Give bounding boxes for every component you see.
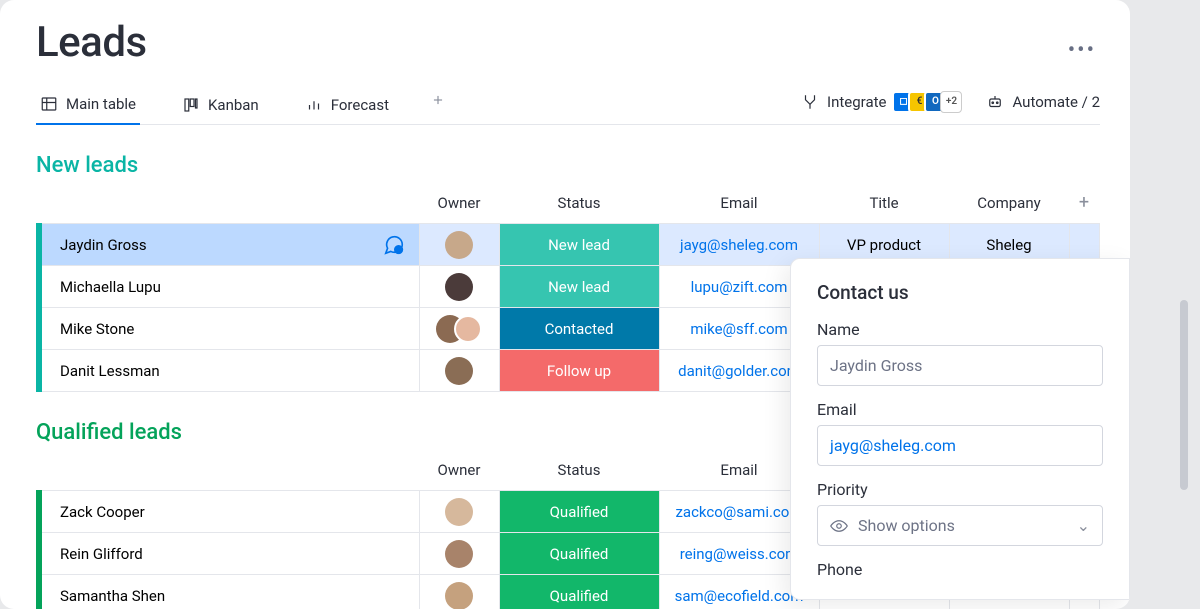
col-company[interactable]: Company bbox=[949, 184, 1069, 224]
tab-kanban[interactable]: Kanban bbox=[178, 90, 263, 124]
owner-cell[interactable] bbox=[419, 575, 499, 609]
robot-icon bbox=[986, 93, 1004, 111]
name-cell[interactable]: Michaella Lupu bbox=[39, 266, 419, 308]
views-tabs: Main table Kanban Forecast Integrate ◻ €… bbox=[36, 89, 1100, 125]
owner-cell[interactable] bbox=[419, 491, 499, 533]
status-badge: New lead bbox=[500, 266, 659, 307]
status-cell[interactable]: New lead bbox=[499, 266, 659, 308]
add-view-button[interactable] bbox=[431, 92, 445, 121]
integrate-apps: ◻ € O +2 bbox=[898, 91, 962, 113]
status-cell[interactable]: New lead bbox=[499, 224, 659, 266]
avatar bbox=[445, 582, 473, 609]
status-cell[interactable]: Qualified bbox=[499, 533, 659, 575]
priority-select[interactable]: Show options ⌄ bbox=[817, 505, 1103, 546]
tab-forecast[interactable]: Forecast bbox=[301, 90, 393, 124]
name-cell[interactable]: Mike Stone bbox=[39, 308, 419, 350]
page-title: Leads bbox=[36, 18, 1100, 67]
avatar bbox=[445, 357, 473, 385]
integrate-icon bbox=[801, 93, 819, 111]
eye-icon bbox=[830, 517, 848, 535]
name-cell[interactable]: Danit Lessman bbox=[39, 350, 419, 392]
chat-bubble-icon[interactable] bbox=[383, 234, 405, 256]
scrollbar[interactable] bbox=[1180, 300, 1188, 490]
status-badge: Qualified bbox=[500, 575, 659, 609]
col-title[interactable]: Title bbox=[819, 184, 949, 224]
status-badge: New lead bbox=[500, 224, 659, 265]
name-cell[interactable]: Rein Glifford bbox=[39, 533, 419, 575]
group-title-new-leads[interactable]: New leads bbox=[36, 153, 1100, 178]
status-cell[interactable]: Qualified bbox=[499, 491, 659, 533]
col-owner[interactable]: Owner bbox=[419, 184, 499, 224]
integrate-label: Integrate bbox=[827, 93, 886, 111]
field-label-name: Name bbox=[817, 320, 1103, 339]
priority-placeholder: Show options bbox=[858, 516, 955, 535]
table-icon bbox=[40, 95, 58, 113]
status-cell[interactable]: Follow up bbox=[499, 350, 659, 392]
email-link[interactable]: mike@sff.com bbox=[690, 320, 787, 338]
status-badge: Qualified bbox=[500, 533, 659, 574]
col-owner[interactable]: Owner bbox=[419, 451, 499, 491]
status-cell[interactable]: Contacted bbox=[499, 308, 659, 350]
email-link[interactable]: lupu@zift.com bbox=[691, 278, 788, 296]
more-menu-button[interactable]: ••• bbox=[1068, 38, 1096, 63]
email-link[interactable]: sam@ecofield.com bbox=[675, 587, 804, 605]
email-field[interactable]: jayg@sheleg.com bbox=[817, 425, 1103, 466]
col-status[interactable]: Status bbox=[499, 184, 659, 224]
avatar bbox=[445, 498, 473, 526]
field-label-email: Email bbox=[817, 400, 1103, 419]
add-column-button[interactable]: + bbox=[1069, 184, 1099, 224]
status-badge: Follow up bbox=[500, 350, 659, 391]
panel-heading: Contact us bbox=[817, 281, 1103, 304]
app-hex-more: +2 bbox=[940, 91, 962, 113]
avatar bbox=[445, 273, 473, 301]
status-badge: Contacted bbox=[500, 308, 659, 349]
automate-button[interactable]: Automate / 2 bbox=[986, 93, 1100, 111]
name-cell[interactable]: Jaydin Gross bbox=[39, 224, 419, 266]
tab-main-table[interactable]: Main table bbox=[36, 89, 140, 125]
integrate-button[interactable]: Integrate ◻ € O +2 bbox=[801, 91, 962, 113]
status-cell[interactable]: Qualified bbox=[499, 575, 659, 609]
name-cell[interactable]: Samantha Shen bbox=[39, 575, 419, 609]
col-email[interactable]: Email bbox=[659, 184, 819, 224]
automate-label: Automate / 2 bbox=[1012, 93, 1100, 111]
email-link[interactable]: danit@golder.com bbox=[678, 362, 800, 380]
name-cell[interactable]: Zack Cooper bbox=[39, 491, 419, 533]
owner-cell[interactable] bbox=[419, 350, 499, 392]
avatar bbox=[445, 231, 473, 259]
col-status[interactable]: Status bbox=[499, 451, 659, 491]
chart-icon bbox=[305, 96, 323, 114]
chevron-down-icon: ⌄ bbox=[1077, 516, 1090, 535]
kanban-icon bbox=[182, 96, 200, 114]
owner-cell[interactable] bbox=[419, 308, 499, 350]
field-label-priority: Priority bbox=[817, 480, 1103, 499]
owner-cell[interactable] bbox=[419, 533, 499, 575]
email-link[interactable]: zackco@sami.com bbox=[675, 503, 802, 521]
owner-cell[interactable] bbox=[419, 224, 499, 266]
tab-label: Main table bbox=[66, 95, 136, 113]
tab-label: Kanban bbox=[208, 96, 259, 114]
status-badge: Qualified bbox=[500, 491, 659, 532]
owner-cell[interactable] bbox=[419, 266, 499, 308]
email-link[interactable]: reing@weiss.com bbox=[680, 545, 799, 563]
field-label-phone: Phone bbox=[817, 560, 1103, 579]
email-link[interactable]: jayg@sheleg.com bbox=[680, 236, 798, 254]
tab-label: Forecast bbox=[331, 96, 389, 114]
contact-panel: Contact us Name Jaydin Gross Email jayg@… bbox=[790, 258, 1130, 600]
name-field[interactable]: Jaydin Gross bbox=[817, 345, 1103, 386]
avatar bbox=[445, 540, 473, 568]
avatar bbox=[454, 315, 482, 343]
